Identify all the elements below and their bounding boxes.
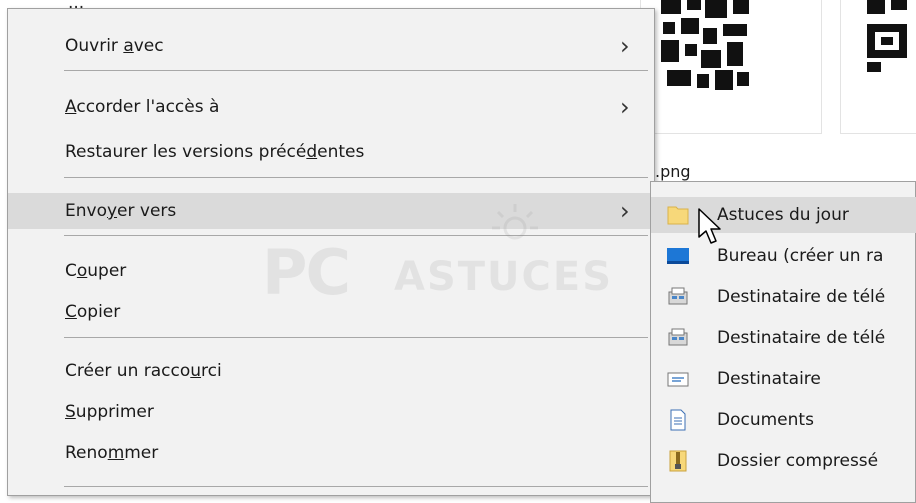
- submenu-item-desktop[interactable]: Bureau (créer un ra: [651, 238, 916, 274]
- file-thumbnail[interactable]: [640, 0, 822, 134]
- submenu-item-fax-recipient-2[interactable]: Destinataire de télé: [651, 320, 916, 356]
- submenu-item-label: Astuces du jour: [717, 205, 849, 225]
- chevron-right-icon: ›: [620, 32, 630, 60]
- menu-separator: [64, 337, 648, 338]
- submenu-item-astuces-du-jour[interactable]: Astuces du jour: [651, 197, 916, 233]
- menu-item-label: Renommer: [65, 443, 159, 463]
- file-name-label: .png: [655, 162, 691, 181]
- menu-item-label: Envoyer vers: [65, 201, 177, 221]
- menu-item-label: Supprimer: [65, 402, 154, 422]
- menu-item-label: Ouvrir avec: [65, 36, 164, 56]
- menu-separator: [64, 70, 648, 71]
- chevron-right-icon: ›: [620, 197, 630, 225]
- submenu-item-label: Dossier compressé: [717, 451, 879, 471]
- qr-code-image: [867, 0, 907, 72]
- menu-item-label: Copier: [65, 302, 121, 322]
- file-thumbnail[interactable]: [840, 0, 916, 134]
- menu-item-give-access[interactable]: Accorder l'accès à ›: [8, 89, 654, 125]
- fax-icon: [668, 328, 688, 346]
- fax-icon: [668, 287, 688, 305]
- submenu-item-label: Documents: [717, 410, 814, 430]
- menu-separator: [64, 486, 648, 487]
- qr-code-image: [661, 0, 749, 90]
- menu-item-cut[interactable]: Couper: [8, 253, 654, 289]
- submenu-item-documents[interactable]: Documents: [651, 402, 916, 438]
- menu-item-open-with[interactable]: Ouvrir avec ›: [8, 28, 654, 64]
- menu-item-restore-versions[interactable]: Restaurer les versions précédentes: [8, 134, 654, 170]
- menu-separator: [64, 177, 648, 178]
- submenu-item-label: Destinataire de télé: [717, 328, 886, 348]
- menu-item-create-shortcut[interactable]: Créer un raccourci: [8, 353, 654, 389]
- submenu-item-label: Bureau (créer un ra: [717, 246, 884, 266]
- send-to-submenu: Astuces du jour Bureau (créer un ra Dest…: [650, 181, 916, 503]
- menu-item-label: Créer un raccourci: [65, 361, 222, 381]
- menu-item-delete[interactable]: Supprimer: [8, 394, 654, 430]
- context-menu: ... Ouvrir avec › Accorder l'accès à › R…: [7, 0, 655, 496]
- submenu-item-zip-folder[interactable]: Dossier compressé: [651, 443, 916, 479]
- submenu-item-fax-recipient[interactable]: Destinataire de télé: [651, 279, 916, 315]
- chevron-right-icon: ›: [620, 93, 630, 121]
- menu-item-rename[interactable]: Renommer: [8, 435, 654, 471]
- menu-item-send-to[interactable]: Envoyer vers ›: [8, 193, 654, 229]
- menu-item-label: Restaurer les versions précédentes: [65, 142, 365, 162]
- folder-icon: [667, 206, 689, 225]
- menu-item-copy[interactable]: Copier: [8, 294, 654, 330]
- menu-separator: [64, 235, 648, 236]
- submenu-item-label: Destinataire de télé: [717, 287, 886, 307]
- menu-item-label: Accorder l'accès à: [65, 97, 220, 117]
- mail-recipient-icon: [667, 372, 689, 387]
- submenu-item-label: Destinataire: [717, 369, 821, 389]
- menu-item-label: Couper: [65, 261, 127, 281]
- zip-folder-icon: [669, 450, 687, 472]
- mouse-cursor-icon: [698, 208, 721, 244]
- submenu-item-mail-recipient[interactable]: Destinataire: [651, 361, 916, 397]
- documents-icon: [670, 409, 686, 431]
- desktop-icon: [667, 248, 689, 264]
- partial-menu-item: ...: [68, 0, 85, 13]
